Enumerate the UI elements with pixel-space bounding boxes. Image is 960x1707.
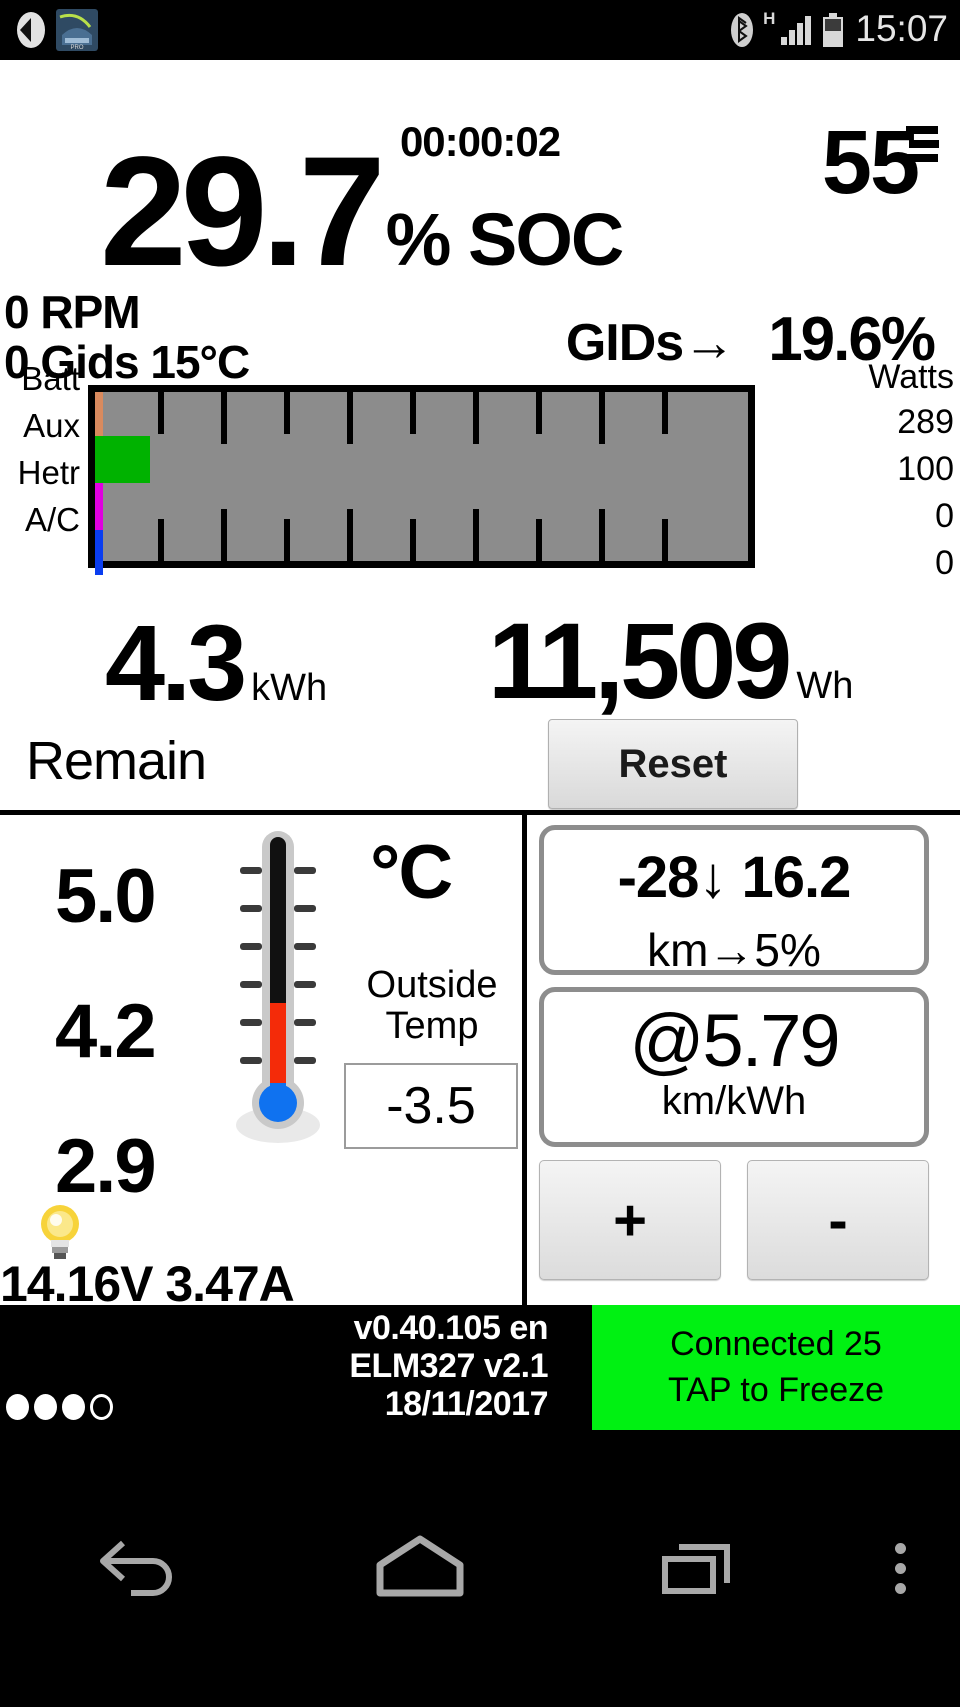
nav-overflow-menu-button[interactable] <box>840 1543 960 1594</box>
page-dot-2[interactable] <box>34 1394 57 1420</box>
chart-value-ac: 0 <box>935 544 954 582</box>
increase-button[interactable]: + <box>539 1160 721 1280</box>
temperature-panel: 5.0 4.2 2.9 °C Outside Temp -3.5 14.16V … <box>0 815 527 1312</box>
range-per-percent: km→5% <box>647 924 821 976</box>
navigation-arrow-icon <box>14 10 48 50</box>
svg-text:PRO: PRO <box>70 45 83 51</box>
range-delta-value: -28↓ 16.2 <box>617 845 852 910</box>
build-date: 18/11/2017 <box>384 1385 549 1424</box>
signal-bars-icon <box>781 15 812 45</box>
chart-category-labels: Batt Aux Hetr A/C <box>0 355 88 543</box>
trip-energy-value: 11,509 <box>488 600 792 721</box>
chart-label-ac: A/C <box>24 501 80 538</box>
rpm-value: 0 RPM <box>4 286 141 338</box>
car-app-icon: PRO <box>56 9 98 51</box>
connection-status-line1: Connected 25 <box>670 1324 882 1363</box>
temp-value-1: 5.0 <box>55 854 157 939</box>
efficiency-value: @5.79 <box>629 999 840 1082</box>
status-bar-clock: 15:07 <box>855 7 948 49</box>
nav-recents-button[interactable] <box>560 1535 840 1602</box>
status-bar-system-icons: H 15:07 <box>731 0 948 60</box>
soc-secondary-value: 55 <box>821 113 920 213</box>
trip-energy-unit: Wh <box>796 665 854 707</box>
page-dot-4[interactable] <box>90 1394 113 1420</box>
thermometer-icon <box>228 825 328 1150</box>
efficiency-stepper: + - <box>539 1160 929 1280</box>
range-panel: -28↓ 16.2 km→5% @5.79 km/kWh + - <box>527 815 960 1305</box>
app-root: PRO H 15:07 00:00:02 29.7 % SOC 55 0 RPM… <box>0 0 960 1707</box>
signal-h-icon: H <box>763 9 776 28</box>
temperature-unit-label: °C <box>370 830 453 915</box>
efficiency-unit: km/kWh <box>661 1079 807 1123</box>
chart-bar-aux <box>95 436 150 483</box>
app-footer: v0.40.105 en ELM327 v2.1 18/11/2017 Conn… <box>0 1305 960 1430</box>
chart-value-column: Watts 289 100 0 0 <box>784 355 954 587</box>
decrease-button[interactable]: - <box>747 1160 929 1280</box>
trip-energy-group: 11,509 Wh <box>488 607 853 715</box>
range-box-efficiency[interactable]: @5.79 km/kWh <box>539 987 929 1147</box>
outside-temp-label-line2: Temp <box>385 1005 479 1048</box>
chart-bar-ac <box>95 530 103 575</box>
android-status-bar: PRO H 15:07 <box>0 0 960 60</box>
remaining-energy-unit: kWh <box>251 667 328 709</box>
page-dot-3[interactable] <box>62 1394 85 1420</box>
lightbulb-icon <box>32 1200 88 1262</box>
chart-bar-hetr <box>95 483 103 530</box>
status-bar-notification-icons: PRO <box>0 9 98 51</box>
kebab-menu-icon <box>894 1543 906 1594</box>
app-version: v0.40.105 en <box>353 1309 549 1347</box>
nav-back-button[interactable] <box>0 1535 280 1602</box>
soc-row: 29.7 % SOC <box>0 125 960 299</box>
chart-bar-batt <box>95 392 103 436</box>
range-box-distance[interactable]: -28↓ 16.2 km→5% <box>539 825 929 976</box>
remaining-energy-group: 4.3 kWh <box>105 609 327 717</box>
page-indicator-dots[interactable] <box>6 1394 113 1420</box>
reset-button[interactable]: Reset <box>548 719 798 809</box>
chart-value-hetr: 0 <box>935 497 954 535</box>
power-bar-chart[interactable]: Batt Aux Hetr A/C Watts 289 100 0 0 <box>0 355 960 595</box>
chart-unit-header: Watts <box>868 358 954 396</box>
remain-label: Remain <box>26 731 207 791</box>
page-dot-1[interactable] <box>6 1394 29 1420</box>
chart-value-batt: 289 <box>897 403 954 441</box>
android-nav-bar <box>0 1430 960 1707</box>
mid-panels: 5.0 4.2 2.9 °C Outside Temp -3.5 14.16V … <box>0 810 960 1312</box>
soc-header-panel: 00:00:02 29.7 % SOC 55 0 RPM 0 Gids 15°C… <box>0 60 960 386</box>
home-icon <box>370 1535 470 1602</box>
connection-status-badge[interactable]: Connected 25 TAP to Freeze <box>592 1305 960 1430</box>
chart-value-aux: 100 <box>897 450 954 488</box>
battery-icon <box>821 13 845 47</box>
outside-temp-label-line1: Outside <box>366 964 498 1006</box>
battery-temp-column: 5.0 4.2 2.9 <box>55 829 215 1234</box>
temp-value-2: 4.2 <box>55 989 157 1074</box>
remaining-energy-value: 4.3 <box>105 602 247 723</box>
version-info: v0.40.105 en ELM327 v2.1 18/11/2017 <box>349 1309 548 1423</box>
outside-temp-label: Outside Temp <box>352 964 512 1048</box>
back-arrow-icon <box>97 1535 183 1602</box>
outside-temp-value: -3.5 <box>344 1063 518 1149</box>
adapter-version: ELM327 v2.1 <box>349 1347 548 1386</box>
nav-home-button[interactable] <box>280 1535 560 1602</box>
chart-label-aux: Aux <box>23 407 80 444</box>
chart-label-batt: Batt <box>21 360 80 397</box>
soc-value: 29.7 <box>100 125 386 299</box>
energy-panel: 4.3 kWh 11,509 Wh Remain Reset <box>0 595 960 810</box>
bluetooth-icon <box>731 13 754 47</box>
recent-apps-icon <box>657 1535 743 1602</box>
chart-label-hetr: Hetr <box>17 454 80 491</box>
soc-unit-label: % SOC <box>385 198 625 281</box>
chart-plot-area <box>88 385 755 575</box>
footer-left: v0.40.105 en ELM327 v2.1 18/11/2017 <box>0 1305 592 1430</box>
connection-status-line2: TAP to Freeze <box>667 1370 885 1409</box>
